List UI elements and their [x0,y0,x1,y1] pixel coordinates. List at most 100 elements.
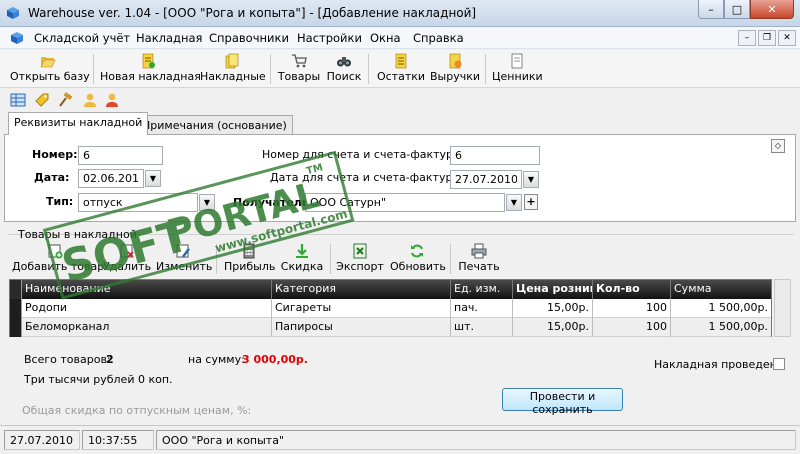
table-header: Наименование Категория Ед. изм. Цена роз… [10,280,771,299]
edit-goods-icon [176,244,190,258]
stock-button[interactable]: Остатки [376,52,426,86]
mdi-close-icon: ✕ [783,33,791,43]
open-base-button[interactable]: Открыть базу [10,52,90,86]
print-button[interactable]: Печать [456,242,502,276]
date-label: Дата: [34,171,70,184]
menu-windows[interactable]: Окна [370,31,401,45]
user-icon[interactable] [82,92,98,108]
number-input[interactable] [78,146,163,165]
tab-notes[interactable]: Примечания (основание) [136,115,293,135]
cell-retail-price[interactable]: 15,00р. [513,318,593,337]
column-header-name[interactable]: Наименование [22,280,272,299]
cell-sum[interactable]: 1 500,00р. [671,299,771,318]
add-recipient-button[interactable]: + [524,194,538,210]
goods-button[interactable]: Товары [277,52,321,86]
menu-warehouse[interactable]: Складской учёт [34,31,130,45]
table-row[interactable]: Родопи Сигареты пач. 15,00р. 100 1 500,0… [10,299,771,318]
status-date: 27.07.2010 [4,430,80,450]
refresh-icon [411,244,423,258]
user-red-icon[interactable] [104,92,120,108]
discount-icon [296,244,308,258]
delete-goods-icon [120,244,134,258]
cell-name[interactable]: Родопи [22,299,272,318]
export-button[interactable]: Экспорт [336,242,384,276]
collapse-icon: ◇ [774,141,782,150]
mdi-minimize-button[interactable]: – [738,30,756,46]
invoice-number-input[interactable] [450,146,540,165]
goods-count-label: Всего товаров: [24,353,111,366]
price-tags-button[interactable]: Ценники [492,52,543,86]
maximize-button[interactable]: □ [724,0,750,19]
cell-category[interactable]: Сигареты [272,299,451,318]
menu-settings[interactable]: Настройки [297,31,362,45]
revenue-button[interactable]: Выручки [430,52,480,86]
date-input[interactable] [78,169,144,188]
recipient-dropdown-button[interactable]: ▼ [506,194,522,211]
discount-button[interactable]: Скидка [280,242,324,276]
edit-goods-button[interactable]: Изменить [156,242,212,276]
invoice-tabs: Реквизиты накладной Примечания (основани… [0,112,800,135]
mdi-close-button[interactable]: ✕ [778,30,796,46]
invoices-icon [225,53,239,69]
chevron-down-icon: ▼ [203,198,211,207]
revenue-icon [449,53,462,69]
goods-table: Наименование Категория Ед. изм. Цена роз… [9,279,772,337]
stock-icon [395,53,407,69]
app-cube-icon [7,7,19,19]
column-header-quantity[interactable]: Кол-во [593,280,671,299]
tag-icon[interactable] [34,92,50,108]
invoice-date-dropdown-button[interactable]: ▼ [523,171,539,188]
invoice-date-label: Дата для счета и счета-фактуры: [270,171,465,184]
cell-sum[interactable]: 1 500,00р. [671,318,771,337]
menu-directories[interactable]: Справочники [209,31,289,45]
table-row[interactable]: Беломорканал Папиросы шт. 15,00р. 100 1 … [10,318,771,337]
column-header-unit[interactable]: Ед. изм. [451,280,513,299]
column-header-retail-price[interactable]: Цена розниц [513,280,593,299]
close-button[interactable]: ✕ [750,0,794,19]
menu-help[interactable]: Справка [413,31,464,45]
cell-unit[interactable]: шт. [451,318,513,337]
table-icon[interactable] [10,92,26,108]
invoice-date-input[interactable] [450,170,522,189]
cell-quantity[interactable]: 100 [593,299,671,318]
table-scrollbar[interactable] [774,279,791,337]
add-goods-button[interactable]: Добавить товар [12,242,104,276]
profit-button[interactable]: Прибыль [224,242,275,276]
minimize-icon: – [708,2,714,16]
cell-unit[interactable]: пач. [451,299,513,318]
tab-invoice-details[interactable]: Реквизиты накладной [8,112,149,135]
type-dropdown-button[interactable]: ▼ [199,194,215,211]
new-invoice-button[interactable]: Новая накладная [100,52,201,86]
mdi-restore-button[interactable]: ❐ [758,30,776,46]
secondary-toolbar [0,89,800,111]
mdi-minimize-icon: – [744,33,750,43]
cell-quantity[interactable]: 100 [593,318,671,337]
cell-name[interactable]: Беломорканал [22,318,272,337]
mdi-cube-icon [11,32,23,44]
new-invoice-icon [142,53,155,69]
column-header-category[interactable]: Категория [272,280,451,299]
hammer-icon[interactable] [58,92,74,108]
menu-invoice[interactable]: Накладная [136,31,202,45]
calculator-icon [243,243,255,259]
date-dropdown-button[interactable]: ▼ [145,170,161,187]
cell-retail-price[interactable]: 15,00р. [513,299,593,318]
search-button[interactable]: Поиск [326,52,362,86]
maximize-icon: □ [731,2,743,16]
delete-goods-button[interactable]: Удалить [102,242,152,276]
invoices-button[interactable]: Накладные [200,52,266,86]
column-header-sum[interactable]: Сумма [671,280,771,299]
minimize-button[interactable]: – [698,0,724,19]
status-time: 10:37:55 [82,430,154,450]
type-select[interactable] [78,193,198,212]
number-label: Номер: [32,148,78,161]
recipient-select[interactable] [305,193,505,212]
status-bar: 27.07.2010 10:37:55 ООО "Рога и копыта" [0,425,800,454]
type-label: Тип: [46,195,74,208]
post-and-save-button[interactable]: Провести и сохранить [502,388,623,416]
cell-category[interactable]: Папиросы [272,318,451,337]
refresh-button[interactable]: Обновить [390,242,446,276]
posted-checkbox[interactable] [773,358,785,370]
collapse-button[interactable]: ◇ [771,139,785,153]
discount-label: Общая скидка по отпускным ценам, %: [22,404,252,417]
